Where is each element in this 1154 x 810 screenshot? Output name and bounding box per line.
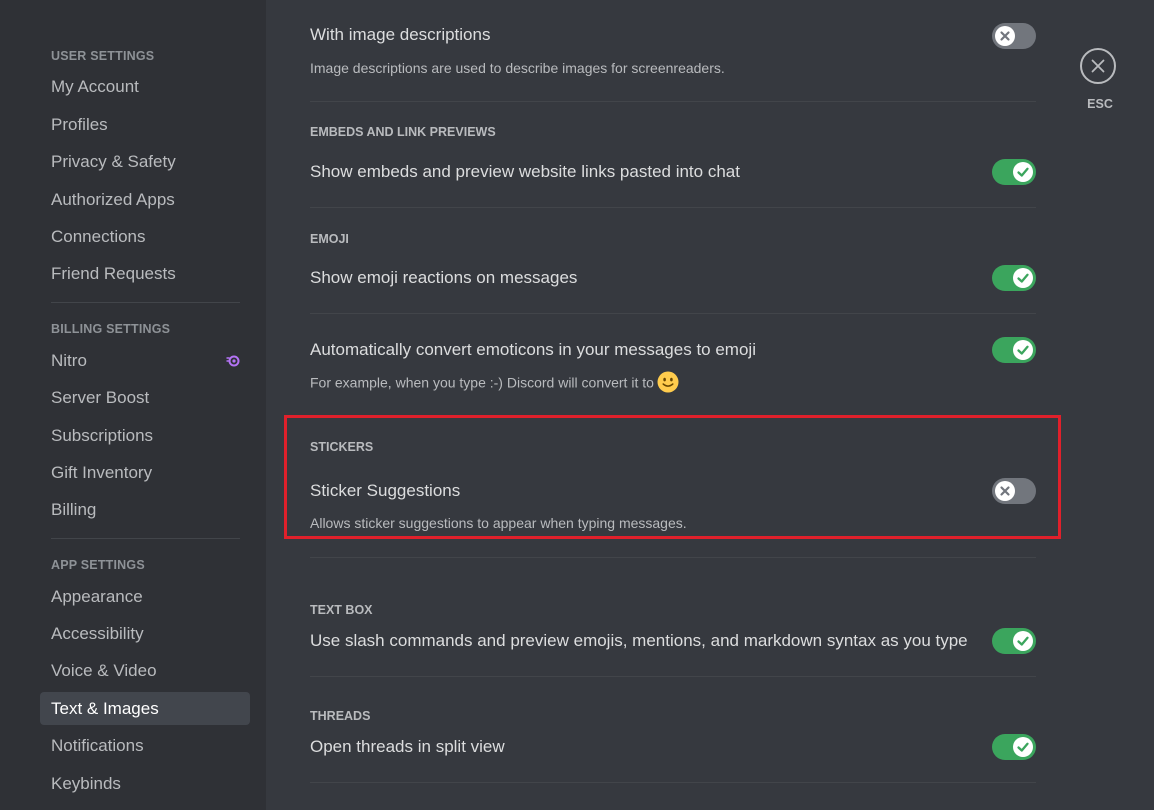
nav-item-gift-inventory[interactable]: Gift Inventory — [40, 456, 250, 489]
check-icon — [1017, 742, 1029, 752]
nav-item-friend-requests[interactable]: Friend Requests — [40, 257, 250, 290]
esc-label: ESC — [1087, 97, 1113, 111]
slash-commands-toggle[interactable] — [992, 628, 1036, 654]
nav-divider — [51, 302, 240, 304]
toggle-knob — [1013, 737, 1033, 757]
divider — [310, 313, 1036, 314]
text-box-section-header: TEXT BOX — [310, 603, 373, 617]
threads-section-header: THREADS — [310, 709, 371, 723]
nav-item-subscriptions[interactable]: Subscriptions — [40, 419, 250, 452]
nav-item-accessibility[interactable]: Accessibility — [40, 617, 250, 650]
convert-emoticons-title: Automatically convert emoticons in your … — [310, 340, 756, 359]
toggle-knob — [1013, 162, 1033, 182]
nitro-icon — [226, 355, 240, 367]
nav-item-notifications[interactable]: Notifications — [40, 729, 250, 762]
sticker-suggestions-toggle[interactable] — [992, 478, 1036, 504]
toggle-knob — [995, 26, 1015, 46]
close-button[interactable] — [1080, 48, 1116, 84]
divider — [310, 782, 1036, 783]
split-view-toggle[interactable] — [992, 734, 1036, 760]
embeds-toggle[interactable] — [992, 159, 1036, 185]
slightly-smiling-face-emoji — [657, 371, 679, 393]
check-icon — [1017, 345, 1029, 355]
nav-header-billing-settings: BILLING SETTINGS — [51, 322, 171, 337]
close-icon — [1091, 59, 1105, 73]
toggle-knob — [1013, 268, 1033, 288]
stickers-section-header: STICKERS — [310, 440, 374, 454]
toggle-knob — [1013, 340, 1033, 360]
x-icon — [1000, 486, 1010, 496]
image-descriptions-note: Image descriptions are used to describe … — [310, 60, 725, 76]
embeds-section-header: EMBEDS AND LINK PREVIEWS — [310, 125, 496, 139]
x-icon — [1000, 31, 1010, 41]
divider — [310, 101, 1036, 102]
toggle-knob — [1013, 631, 1033, 651]
nav-item-appearance[interactable]: Appearance — [40, 580, 250, 613]
nav-item-authorized-apps[interactable]: Authorized Apps — [40, 183, 250, 216]
nav-item-keybinds[interactable]: Keybinds — [40, 767, 250, 800]
sticker-suggestions-title: Sticker Suggestions — [310, 481, 461, 500]
nav-item-text-images[interactable]: Text & Images — [40, 691, 250, 725]
nav-header-user-settings: USER SETTINGS — [51, 49, 155, 63]
emoji-reactions-toggle[interactable] — [992, 265, 1036, 291]
divider — [310, 676, 1036, 677]
nav-item-server-boost[interactable]: Server Boost — [40, 381, 250, 414]
check-icon — [1017, 273, 1029, 283]
toggle-knob — [995, 481, 1015, 501]
nav-divider — [51, 538, 240, 540]
nav-header-app-settings: APP SETTINGS — [51, 558, 145, 573]
slash-commands-title: Use slash commands and preview emojis, m… — [310, 631, 968, 650]
settings-sidebar: USER SETTINGS My Account Profiles Privac… — [0, 0, 266, 810]
nav-item-voice-video[interactable]: Voice & Video — [40, 654, 250, 687]
emoji-section-header: EMOJI — [310, 232, 349, 246]
divider — [310, 557, 1036, 558]
convert-emoticons-toggle[interactable] — [992, 337, 1036, 363]
settings-nav: USER SETTINGS My Account Profiles Privac… — [40, 40, 250, 800]
check-icon — [1017, 167, 1029, 177]
image-descriptions-title: With image descriptions — [310, 25, 491, 44]
split-view-title: Open threads in split view — [310, 737, 505, 756]
nav-item-label: Nitro — [51, 350, 87, 370]
emoji-reactions-title: Show emoji reactions on messages — [310, 268, 578, 287]
nav-item-nitro[interactable]: Nitro — [40, 344, 250, 377]
image-descriptions-toggle[interactable] — [992, 23, 1036, 49]
embeds-title: Show embeds and preview website links pa… — [310, 162, 740, 181]
divider — [310, 207, 1036, 208]
nav-item-my-account[interactable]: My Account — [40, 70, 250, 103]
check-icon — [1017, 636, 1029, 646]
nav-item-billing[interactable]: Billing — [40, 493, 250, 526]
nav-item-privacy-safety[interactable]: Privacy & Safety — [40, 145, 250, 178]
sticker-suggestions-note: Allows sticker suggestions to appear whe… — [310, 515, 687, 531]
nav-item-connections[interactable]: Connections — [40, 220, 250, 253]
nav-item-profiles[interactable]: Profiles — [40, 108, 250, 141]
convert-emoticons-note-text: For example, when you type :-) Discord w… — [310, 374, 654, 391]
convert-emoticons-note: For example, when you type :-) Discord w… — [310, 371, 679, 395]
